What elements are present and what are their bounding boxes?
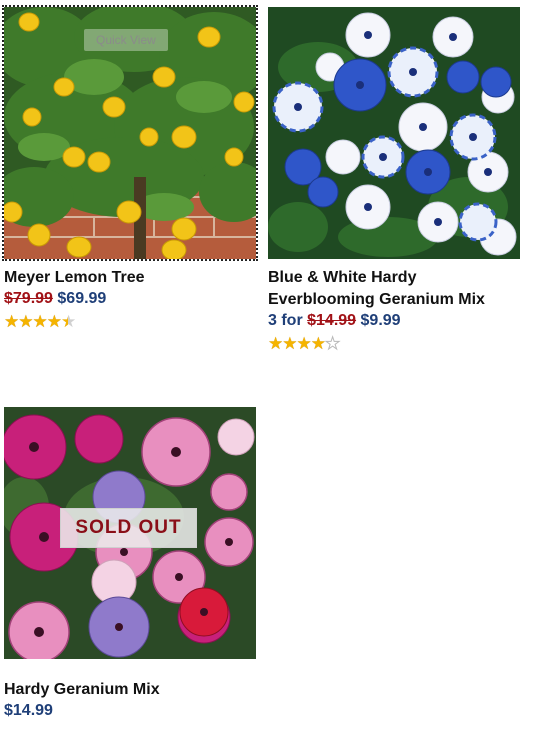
star-rating: ★★★★★ xyxy=(4,312,256,332)
quick-view-overlay[interactable]: Quick View xyxy=(84,29,168,51)
old-price: $79.99 xyxy=(4,290,53,307)
price: $14.99 xyxy=(4,702,53,719)
product-title[interactable]: Blue & White Hardy Everblooming Geranium… xyxy=(268,267,520,311)
star-full-icon: ★ xyxy=(282,334,297,353)
sold-out-badge: SOLD OUT xyxy=(60,508,197,548)
product-title[interactable]: Hardy Geranium Mix xyxy=(4,679,256,701)
product-card-meyer-lemon-tree[interactable]: Quick View Meyer Lemon Tree $79.99 $69.9… xyxy=(2,5,258,332)
star-full-icon: ★ xyxy=(296,334,312,353)
star-rating: ★★★★★ xyxy=(268,334,520,353)
star-full-icon: ★ xyxy=(268,334,283,353)
product-title[interactable]: Meyer Lemon Tree xyxy=(4,267,256,289)
sale-price: $9.99 xyxy=(360,312,401,329)
old-price: $14.99 xyxy=(307,312,357,329)
star-full-icon: ★ xyxy=(32,312,48,331)
star-full-icon: ★ xyxy=(310,334,326,353)
product-image-lemon-tree[interactable]: Quick View xyxy=(2,5,258,261)
product-card-blue-white-geranium[interactable]: Blue & White Hardy Everblooming Geranium… xyxy=(268,7,520,353)
price-row: $14.99 xyxy=(4,701,256,721)
star-full-icon: ★ xyxy=(46,312,62,331)
star-full-icon: ★ xyxy=(4,312,19,331)
price-row: $79.99 $69.99 xyxy=(4,289,256,309)
star-half-icon: ★ xyxy=(61,313,76,332)
price-row: 3 for $14.99 $9.99 xyxy=(268,311,520,331)
star-empty-icon: ★ xyxy=(324,334,340,353)
sale-price: $69.99 xyxy=(57,290,107,307)
product-image-blue-white-geranium[interactable] xyxy=(268,7,520,259)
product-image-hardy-geranium[interactable]: SOLD OUT xyxy=(4,407,256,659)
geranium-blue-white-photo-icon xyxy=(268,7,520,259)
quantity-prefix: 3 for xyxy=(268,312,308,329)
star-full-icon: ★ xyxy=(18,312,33,331)
product-card-hardy-geranium-mix[interactable]: SOLD OUT Hardy Geranium Mix $14.99 xyxy=(4,407,256,721)
